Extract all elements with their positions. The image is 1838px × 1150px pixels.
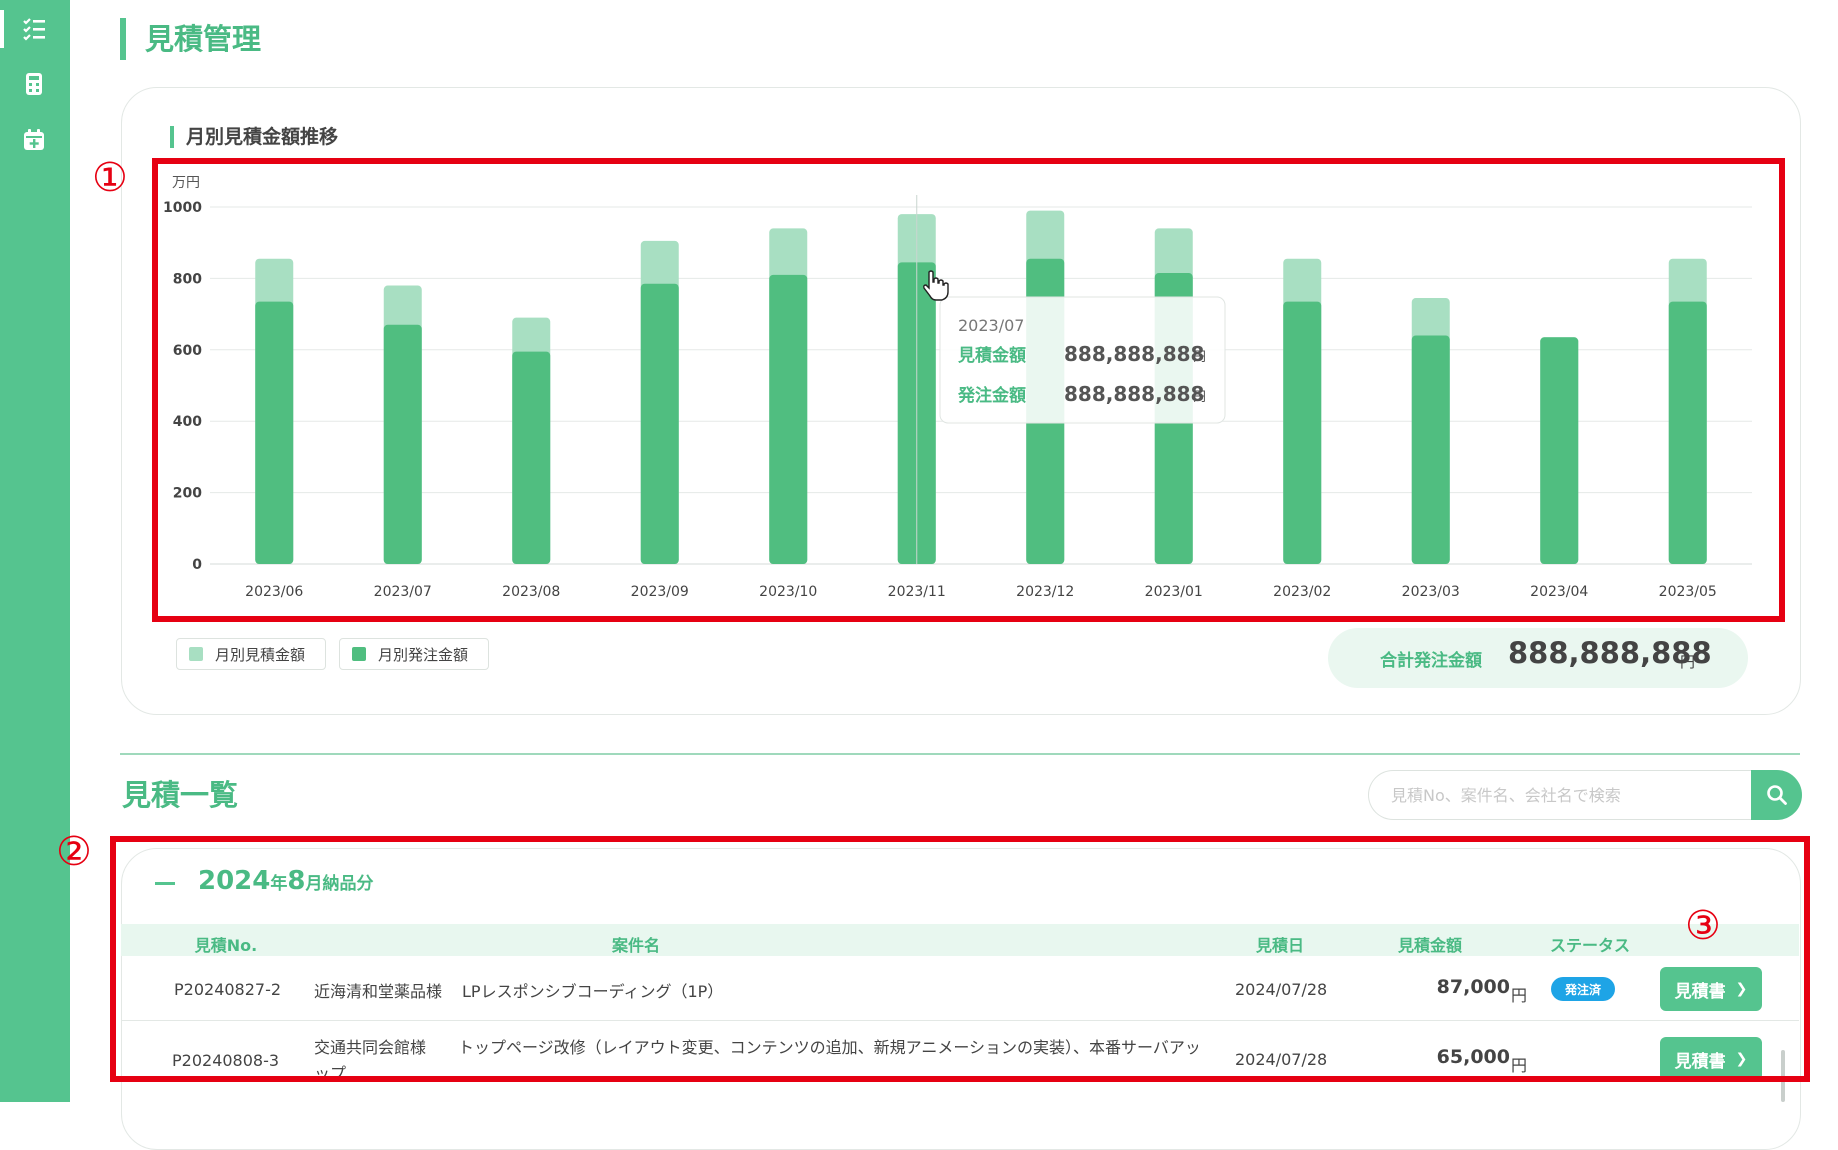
annotation-number-1: ① <box>92 155 128 201</box>
chart-subtitle-accent <box>170 126 174 148</box>
annotation-number-3: ③ <box>1685 903 1721 949</box>
task-list-icon <box>23 18 45 41</box>
search-icon <box>1766 785 1787 805</box>
page-title-accent <box>120 18 126 60</box>
search-button[interactable] <box>1751 770 1802 820</box>
annotation-number-2: ② <box>56 829 92 875</box>
sidebar-item-calculator[interactable] <box>16 66 52 102</box>
section-divider <box>120 753 1800 755</box>
sidebar-item-estimates[interactable] <box>16 11 52 47</box>
search-input[interactable] <box>1368 770 1753 820</box>
sidebar-active-indicator <box>0 10 4 48</box>
legend-estimate[interactable]: 月別見積金額 <box>176 638 326 670</box>
legend-estimate-label: 月別見積金額 <box>215 645 306 664</box>
total-order-label: 合計発注金額 <box>1380 651 1482 671</box>
calculator-icon <box>26 73 42 95</box>
chart-subtitle: 月別見積金額推移 <box>186 126 339 148</box>
page-title: 見積管理 <box>145 22 262 56</box>
total-order-unit: 円 <box>1680 653 1696 671</box>
list-title: 見積一覧 <box>122 778 239 812</box>
legend-order[interactable]: 月別発注金額 <box>339 638 489 670</box>
calendar-add-icon <box>24 129 44 150</box>
sidebar <box>0 0 70 1102</box>
legend-swatch-estimate <box>189 647 203 661</box>
annotation-box-2 <box>110 836 1810 1082</box>
legend-order-label: 月別発注金額 <box>378 645 469 664</box>
sidebar-item-calendar[interactable] <box>16 122 52 158</box>
legend-swatch-order <box>352 647 366 661</box>
annotation-box-1 <box>152 158 1785 622</box>
